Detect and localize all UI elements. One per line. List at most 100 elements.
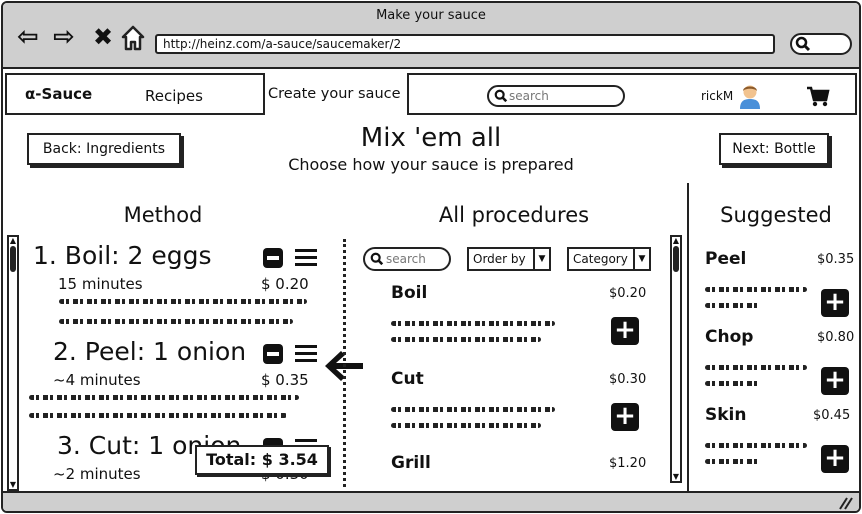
step-price: $ 0.35 xyxy=(261,371,309,389)
minus-icon[interactable] xyxy=(263,248,283,268)
suggested-item-chop[interactable]: Chop $0.80 + xyxy=(703,327,857,403)
scroll-up-icon[interactable]: ▲ xyxy=(9,237,17,245)
user-avatar-icon[interactable] xyxy=(739,83,761,113)
suggested-price: $0.80 xyxy=(817,330,855,345)
plus-icon[interactable]: + xyxy=(821,289,849,317)
suggested-description xyxy=(705,287,807,292)
window-title: Make your sauce xyxy=(376,8,486,23)
suggested-name: Chop xyxy=(705,327,754,347)
drag-handle-icon[interactable] xyxy=(295,248,317,268)
suggested-description xyxy=(705,303,761,308)
step-time: 15 minutes xyxy=(58,275,143,293)
procedure-item-boil[interactable]: Boil $0.20 + xyxy=(389,283,651,363)
suggested-price: $0.35 xyxy=(817,252,855,267)
scroll-down-icon[interactable]: ▼ xyxy=(9,481,17,489)
plus-icon[interactable]: + xyxy=(821,367,849,395)
method-step-1[interactable]: 1. Boil: 2 eggs 15 minutes $ 0.20 xyxy=(33,241,323,331)
step-description xyxy=(29,413,287,418)
site-search-input[interactable]: search xyxy=(487,85,625,107)
procedures-heading: All procedures xyxy=(438,203,590,227)
method-scrollbar[interactable]: ▲ ▼ xyxy=(7,235,19,491)
search-icon xyxy=(370,252,384,269)
tab-create-label: Create your sauce xyxy=(268,86,401,102)
step-title: 2. Peel: 1 onion xyxy=(53,337,247,366)
suggested-price: $0.45 xyxy=(813,408,851,423)
plus-icon[interactable]: + xyxy=(821,445,849,473)
suggested-name: Skin xyxy=(705,405,747,425)
category-select[interactable]: Category ▼ xyxy=(567,247,651,271)
step-title: 1. Boil: 2 eggs xyxy=(33,241,212,270)
procedure-price: $0.30 xyxy=(609,372,647,387)
order-by-select[interactable]: Order by ▼ xyxy=(467,247,551,271)
category-label: Category xyxy=(573,252,628,266)
scroll-down-icon[interactable]: ▼ xyxy=(672,473,680,481)
method-step-2[interactable]: 2. Peel: 1 onion ~4 minutes $ 0.35 xyxy=(29,337,323,427)
procedure-item-cut[interactable]: Cut $0.30 + xyxy=(389,369,651,449)
search-placeholder: search xyxy=(386,252,426,266)
step-time: ~2 minutes xyxy=(53,465,141,483)
plus-icon[interactable]: + xyxy=(611,317,639,345)
plus-icon[interactable]: + xyxy=(611,403,639,431)
procedure-description xyxy=(391,423,541,428)
search-placeholder: search xyxy=(509,89,549,103)
total-badge: Total: $ 3.54 xyxy=(195,445,329,475)
suggested-item-skin[interactable]: Skin $0.45 + xyxy=(703,405,857,481)
forward-icon[interactable]: ⇨ xyxy=(53,23,75,51)
tab-create-your-sauce[interactable]: Create your sauce xyxy=(263,73,409,115)
site-logo[interactable]: α-Sauce xyxy=(25,85,92,103)
suggested-description xyxy=(705,381,761,386)
procedure-description xyxy=(391,337,541,342)
step-time: ~4 minutes xyxy=(53,371,141,389)
procedure-price: $1.20 xyxy=(609,456,647,471)
cart-icon[interactable] xyxy=(806,86,830,112)
procedure-price: $0.20 xyxy=(609,286,647,301)
search-icon xyxy=(494,89,508,106)
step-description xyxy=(59,319,293,324)
back-ingredients-button[interactable]: Back: Ingredients xyxy=(27,133,181,165)
suggested-description xyxy=(705,443,807,448)
procedure-description xyxy=(391,321,555,326)
suggested-name: Peel xyxy=(705,249,747,269)
suggested-item-peel[interactable]: Peel $0.35 + xyxy=(703,249,857,325)
search-icon xyxy=(795,36,811,56)
drag-handle-icon[interactable] xyxy=(295,344,317,364)
chevron-down-icon: ▼ xyxy=(533,249,549,269)
suggested-description xyxy=(705,459,761,464)
close-icon[interactable]: ✖ xyxy=(93,23,113,51)
procedure-item-grill[interactable]: Grill $1.20 xyxy=(389,453,651,487)
scroll-thumb[interactable] xyxy=(673,246,679,272)
scroll-up-icon[interactable]: ▲ xyxy=(672,237,680,245)
next-bottle-button[interactable]: Next: Bottle xyxy=(719,133,829,165)
minus-icon[interactable] xyxy=(263,344,283,364)
home-icon[interactable] xyxy=(121,25,145,55)
browser-window: Make your sauce ⇦ ⇨ ✖ http://heinz.com/a… xyxy=(1,1,861,513)
scroll-thumb[interactable] xyxy=(10,246,16,272)
browser-search-box[interactable] xyxy=(790,33,852,55)
page-subtitle: Choose how your sauce is prepared xyxy=(288,155,574,174)
nav-divider xyxy=(207,73,265,115)
method-heading: Method xyxy=(123,203,203,227)
order-by-label: Order by xyxy=(473,252,526,266)
procedure-description xyxy=(391,407,555,412)
back-icon[interactable]: ⇦ xyxy=(17,23,39,51)
chevron-down-icon: ▼ xyxy=(633,249,649,269)
suggested-description xyxy=(705,365,807,370)
suggested-heading: Suggested xyxy=(720,203,832,227)
address-bar[interactable]: http://heinz.com/a-sauce/saucemaker/2 xyxy=(155,34,775,54)
status-bar xyxy=(3,491,859,511)
page-title: Mix 'em all xyxy=(360,123,502,153)
procedure-name: Grill xyxy=(391,453,431,473)
procedure-name: Cut xyxy=(391,369,424,389)
tab-recipes[interactable]: Recipes xyxy=(145,87,203,105)
procedure-name: Boil xyxy=(391,283,428,303)
sidebar-divider xyxy=(687,183,689,491)
step-description xyxy=(59,299,307,304)
procedures-scrollbar[interactable]: ▲ ▼ xyxy=(670,235,682,483)
username[interactable]: rickM xyxy=(701,89,733,103)
step-price: $ 0.20 xyxy=(261,275,309,293)
browser-chrome: Make your sauce ⇦ ⇨ ✖ http://heinz.com/a… xyxy=(3,3,859,69)
procedures-search-input[interactable]: search xyxy=(363,247,451,271)
column-divider xyxy=(343,239,346,487)
step-description xyxy=(29,395,299,400)
resize-grip-icon[interactable] xyxy=(837,495,853,511)
